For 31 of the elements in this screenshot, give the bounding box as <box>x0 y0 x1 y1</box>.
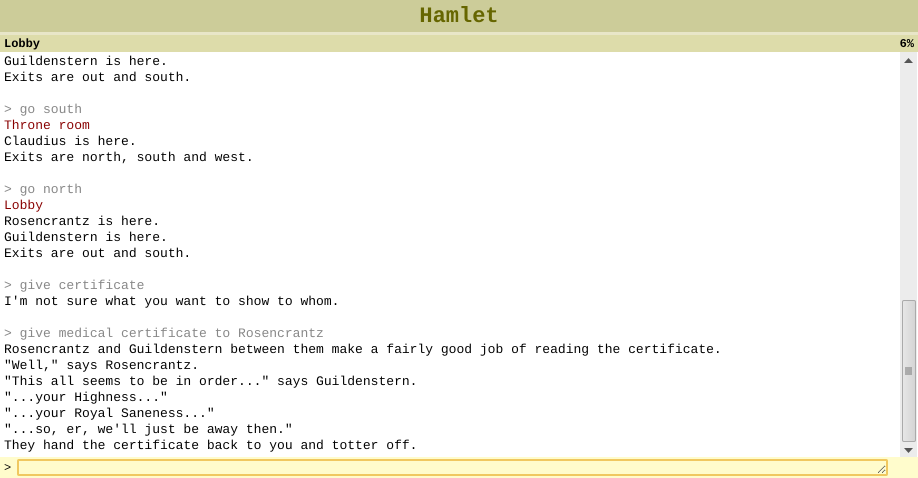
score-label: 6% <box>900 36 914 50</box>
scrollbar[interactable] <box>900 52 917 457</box>
output-line: "Well," says Rosencrantz. <box>4 358 200 374</box>
command-line: > give certificate <box>4 278 146 294</box>
command-line: > go north <box>4 182 84 198</box>
output-line: Exits are out and south. <box>4 246 192 262</box>
output-line: Rosencrantz is here. <box>4 214 162 230</box>
prompt-label: > <box>4 460 12 474</box>
output-line: They hand the certificate back to you and totter off. <box>4 438 418 454</box>
output-line: Guildenstern is here. <box>4 54 169 70</box>
output-line: Exits are out and south. <box>4 70 192 86</box>
scroll-down-icon[interactable] <box>904 448 913 453</box>
grip-icon <box>905 367 912 375</box>
output-line: Rosencrantz and Guildenstern between them make a fairly good job of reading the certificate. <box>4 342 723 358</box>
output-line: "...your Royal Saneness..." <box>4 406 216 422</box>
command-line: > go south <box>4 102 84 118</box>
command-input[interactable] <box>17 459 888 476</box>
scrollbar-thumb[interactable] <box>902 300 916 442</box>
scroll-up-icon[interactable] <box>904 58 913 63</box>
game-title: Hamlet <box>419 4 499 28</box>
output-line: Exits are north, south and west. <box>4 150 255 166</box>
output-line: Claudius is here. <box>4 134 138 150</box>
room-name: Throne room <box>4 118 91 134</box>
output-line: Guildenstern is here. <box>4 230 169 246</box>
output-line: "...so, er, we'll just be away then." <box>4 422 294 438</box>
output-line: "...your Highness..." <box>4 390 169 406</box>
output-line: "This all seems to be in order..." says Guildenstern. <box>4 374 418 390</box>
output-line: I'm not sure what you want to show to whom. <box>4 294 340 310</box>
room-name: Lobby <box>4 198 44 214</box>
command-line: > give medical certificate to Rosencrantz <box>4 326 325 342</box>
location-label: Lobby <box>4 36 40 50</box>
